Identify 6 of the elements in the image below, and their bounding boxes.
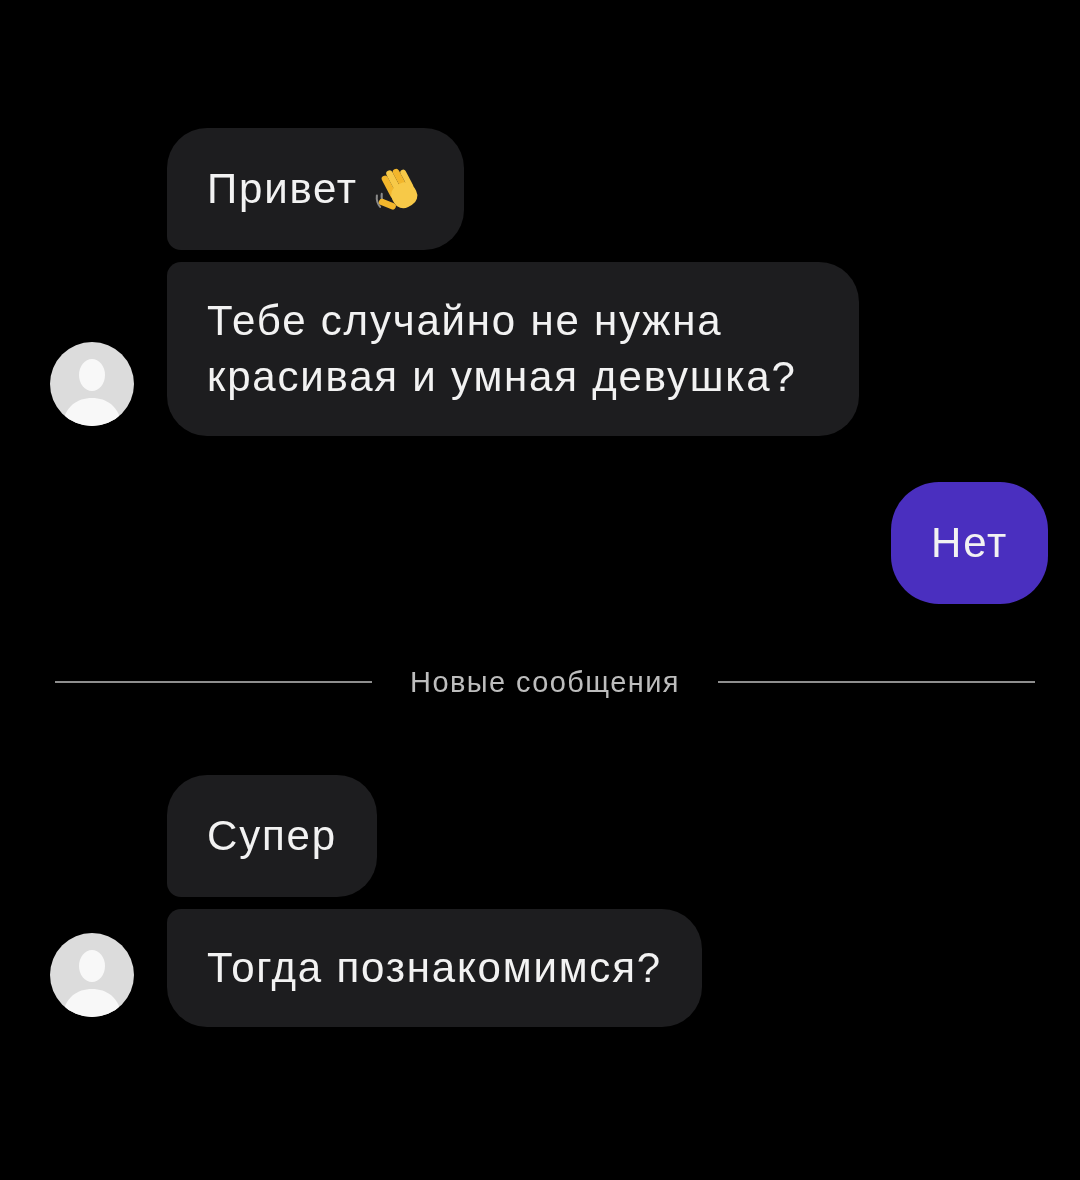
message-text: Привет: [207, 164, 358, 214]
message-text: Супер: [207, 811, 337, 861]
message-text: Тогда познакомимся?: [207, 943, 662, 993]
message-text: Нет: [931, 518, 1008, 568]
divider-label: Новые сообщения: [410, 666, 680, 698]
message-text: Тебе случайно не нужна красивая и умная девушка?: [207, 296, 798, 402]
